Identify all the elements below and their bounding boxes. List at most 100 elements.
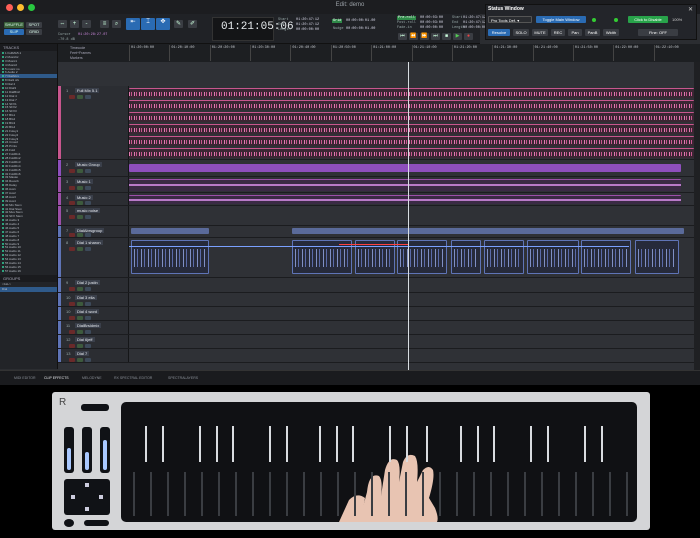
track-visible-icon[interactable]: [2, 219, 4, 222]
fadein-value[interactable]: 00:00:00:00: [420, 26, 443, 30]
rewind-icon[interactable]: ⏪: [409, 33, 418, 40]
slider-1[interactable]: [64, 427, 74, 473]
track-visible-icon[interactable]: [2, 137, 4, 140]
track-name[interactable]: Dial 4 word: [75, 309, 100, 314]
solo-icon[interactable]: [77, 358, 83, 362]
track-name[interactable]: Music 2: [75, 195, 93, 200]
track-visible-icon[interactable]: [2, 176, 4, 179]
track-header[interactable]: 10 Dial 3 ella: [58, 293, 129, 306]
track-visible-icon[interactable]: [2, 55, 4, 58]
tab-melodyne[interactable]: MELODYNE: [82, 376, 102, 380]
audio-clip[interactable]: [129, 136, 694, 146]
pan-button[interactable]: Pan: [568, 29, 582, 36]
resolve-button[interactable]: Resolve: [488, 29, 510, 36]
track-playlist[interactable]: [129, 307, 694, 320]
record-enable-icon[interactable]: [69, 330, 75, 334]
track-visible-icon[interactable]: [2, 79, 4, 82]
track-6[interactable]: 7 DialAbrsgroup: [58, 226, 694, 238]
fine-off-button[interactable]: Fine: OFF: [638, 29, 678, 36]
track-visible-icon[interactable]: [2, 129, 4, 132]
group-clip[interactable]: [292, 228, 684, 234]
audio-clip[interactable]: [129, 124, 694, 134]
solo-icon[interactable]: [77, 169, 83, 173]
xy-pad[interactable]: [64, 479, 110, 515]
track-visible-icon[interactable]: [2, 192, 4, 194]
spot-mode-button[interactable]: SPOT: [26, 22, 42, 28]
power-button[interactable]: [64, 519, 74, 527]
fadein-label[interactable]: Fade-in: [397, 26, 412, 30]
track-visible-icon[interactable]: [2, 164, 4, 167]
track-header[interactable]: 9 Dial 2 justin: [58, 278, 129, 292]
track-header[interactable]: 1 Full Mix 5.1: [58, 86, 129, 159]
track-name[interactable]: Music Group: [75, 162, 102, 167]
track-playlist[interactable]: [129, 193, 694, 205]
record-enable-icon[interactable]: [69, 316, 75, 320]
volume-automation-line[interactable]: [129, 246, 629, 247]
sel-end-value[interactable]: 01:20:47:12: [463, 21, 486, 25]
keywave-surface[interactable]: [121, 402, 637, 522]
track-visible-icon[interactable]: [2, 145, 4, 148]
track-visible-icon[interactable]: [2, 195, 4, 198]
mute-icon[interactable]: [85, 330, 91, 334]
track-visible-icon[interactable]: [2, 234, 4, 237]
fast-forward-icon[interactable]: ⏩: [420, 33, 429, 40]
track-header[interactable]: 7 DialAbrsgroup: [58, 226, 129, 237]
group-clip[interactable]: [131, 228, 209, 234]
track-visible-icon[interactable]: [2, 114, 4, 117]
slip-mode-button[interactable]: SLIP: [4, 29, 24, 35]
track-visible-icon[interactable]: [2, 230, 4, 233]
track-playlist[interactable]: [129, 160, 694, 176]
track-visible-icon[interactable]: [2, 98, 4, 101]
solo-icon[interactable]: [77, 344, 83, 348]
track-playlist[interactable]: [129, 278, 694, 292]
track-2[interactable]: 2 Music Group: [58, 160, 694, 177]
mute-icon[interactable]: [85, 287, 91, 291]
track-visible-icon[interactable]: [2, 75, 4, 78]
track-visible-icon[interactable]: [2, 265, 4, 268]
mute-icon[interactable]: [85, 247, 91, 251]
playhead[interactable]: [408, 62, 409, 370]
pencil-tool-icon[interactable]: ✐: [188, 20, 197, 28]
nudge-label[interactable]: Nudge: [333, 27, 344, 31]
timecode-ruler[interactable]: 01:20:00:00 01:20:10:00 01:20:20:00 01:20:3…: [129, 45, 694, 61]
track-visible-icon[interactable]: [2, 110, 4, 113]
track-header[interactable]: 5 music noise: [58, 206, 129, 225]
grid-mode-button[interactable]: GRID: [26, 29, 42, 35]
track-visible-icon[interactable]: [2, 83, 4, 86]
track-name[interactable]: Dial 1 sharon: [75, 240, 103, 245]
preroll-label[interactable]: Pre-roll: [397, 16, 416, 20]
grid-label[interactable]: Grid: [332, 19, 343, 23]
track-visible-icon[interactable]: [2, 59, 4, 62]
track-header[interactable]: 12 Dial 6jeff: [58, 335, 129, 348]
record-enable-icon[interactable]: [69, 358, 75, 362]
close-icon[interactable]: ✕: [688, 6, 693, 13]
track-visible-icon[interactable]: [2, 199, 4, 202]
track-header[interactable]: 2 Music Group: [58, 160, 129, 176]
track-visible-icon[interactable]: [2, 238, 4, 241]
mute-icon[interactable]: [85, 201, 91, 205]
track-playlist[interactable]: [129, 86, 694, 159]
mute-icon[interactable]: [85, 233, 91, 237]
solo-icon[interactable]: [77, 247, 83, 251]
width-button[interactable]: Width: [603, 29, 619, 36]
track-name[interactable]: Full Mix 5.1: [75, 88, 100, 93]
top-button[interactable]: [81, 404, 109, 411]
track-visible-icon[interactable]: [2, 188, 4, 191]
play-icon[interactable]: ▶: [453, 33, 462, 40]
track-visible-icon[interactable]: [2, 94, 4, 97]
track-visible-icon[interactable]: [2, 258, 4, 261]
track-visible-icon[interactable]: [2, 125, 4, 128]
track-playlist[interactable]: [129, 238, 694, 277]
record-enable-icon[interactable]: [69, 95, 75, 99]
track-header[interactable]: 11 DialBrsldmix: [58, 321, 129, 334]
track-visible-icon[interactable]: [2, 254, 4, 257]
slider-2[interactable]: [82, 427, 92, 473]
track-10[interactable]: 10 Dial 4 word: [58, 307, 694, 321]
menu-icon[interactable]: ≡: [100, 20, 109, 28]
mute-icon[interactable]: [85, 344, 91, 348]
track-visible-icon[interactable]: [2, 149, 4, 152]
track-11[interactable]: 11 DialBrsldmix: [58, 321, 694, 335]
solo-button[interactable]: SOLO: [513, 29, 529, 36]
stop-icon[interactable]: ■: [442, 33, 451, 40]
track-5[interactable]: 5 music noise: [58, 206, 694, 226]
